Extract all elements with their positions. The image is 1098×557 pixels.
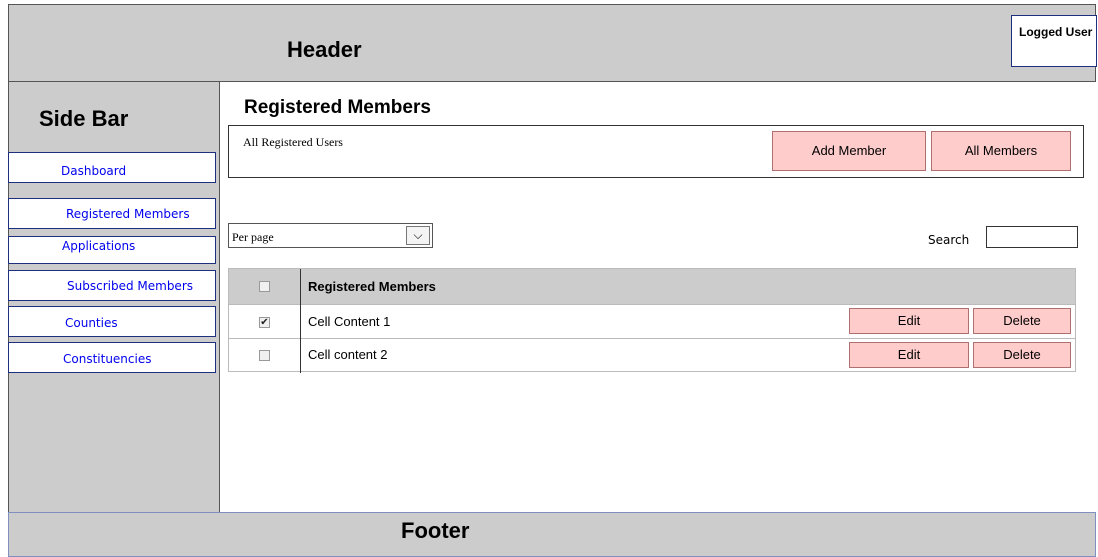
sidebar-item-label[interactable]: Subscribed Members — [67, 279, 193, 293]
table-header-row: Registered Members — [229, 269, 1075, 304]
row-checkbox[interactable]: ✔ — [259, 317, 270, 328]
sidebar-title: Side Bar — [39, 106, 129, 131]
all-members-button[interactable]: All Members — [931, 131, 1071, 171]
sidebar-item-label[interactable]: Registered Members — [66, 207, 190, 221]
header-title: Header — [287, 37, 362, 62]
sidebar-item-label[interactable]: Dashboard — [61, 164, 126, 178]
delete-button[interactable]: Delete — [973, 308, 1071, 334]
table-row: ✔ Cell Content 1 Edit Delete — [229, 304, 1075, 338]
edit-button[interactable]: Edit — [849, 342, 969, 368]
sidebar-item-subscribed-members[interactable]: Subscribed Members — [8, 270, 216, 301]
per-page-select[interactable]: Per page ⌵ — [228, 223, 433, 248]
sidebar-item-label[interactable]: Constituencies — [63, 352, 151, 366]
logged-user-box[interactable]: Logged User — [1011, 15, 1097, 67]
sidebar-item-label[interactable]: Applications — [62, 239, 135, 253]
search-input[interactable] — [986, 226, 1078, 248]
footer: Footer — [8, 512, 1096, 557]
sidebar-item-registered-members[interactable]: Registered Members — [8, 198, 216, 229]
sidebar-item-counties[interactable]: Counties — [8, 306, 216, 337]
page-title: Registered Members — [244, 97, 431, 118]
footer-title: Footer — [401, 518, 470, 543]
per-page-value: Per page — [232, 230, 274, 244]
header: Header Logged User — [8, 4, 1097, 82]
search-label: Search — [928, 233, 970, 247]
cell-text: Cell Content 1 — [308, 314, 391, 329]
column-divider — [300, 269, 301, 373]
panel-text: All Registered Users — [243, 135, 343, 149]
delete-button[interactable]: Delete — [973, 342, 1071, 368]
row-checkbox[interactable] — [259, 350, 270, 361]
sidebar-item-constituencies[interactable]: Constituencies — [8, 342, 216, 373]
members-table: Registered Members ✔ Cell Content 1 Edit… — [228, 268, 1076, 373]
table-header-label: Registered Members — [308, 279, 436, 294]
sidebar-item-applications[interactable]: Applications — [8, 236, 216, 264]
add-member-button[interactable]: Add Member — [772, 131, 926, 171]
cell-text: Cell content 2 — [308, 347, 388, 362]
table-row: Cell content 2 Edit Delete — [229, 338, 1075, 372]
chevron-down-icon[interactable]: ⌵ — [406, 226, 430, 245]
sidebar-item-label[interactable]: Counties — [65, 316, 118, 330]
edit-button[interactable]: Edit — [849, 308, 969, 334]
select-all-checkbox[interactable] — [259, 281, 270, 292]
sidebar-item-dashboard[interactable]: Dashboard — [8, 152, 216, 183]
